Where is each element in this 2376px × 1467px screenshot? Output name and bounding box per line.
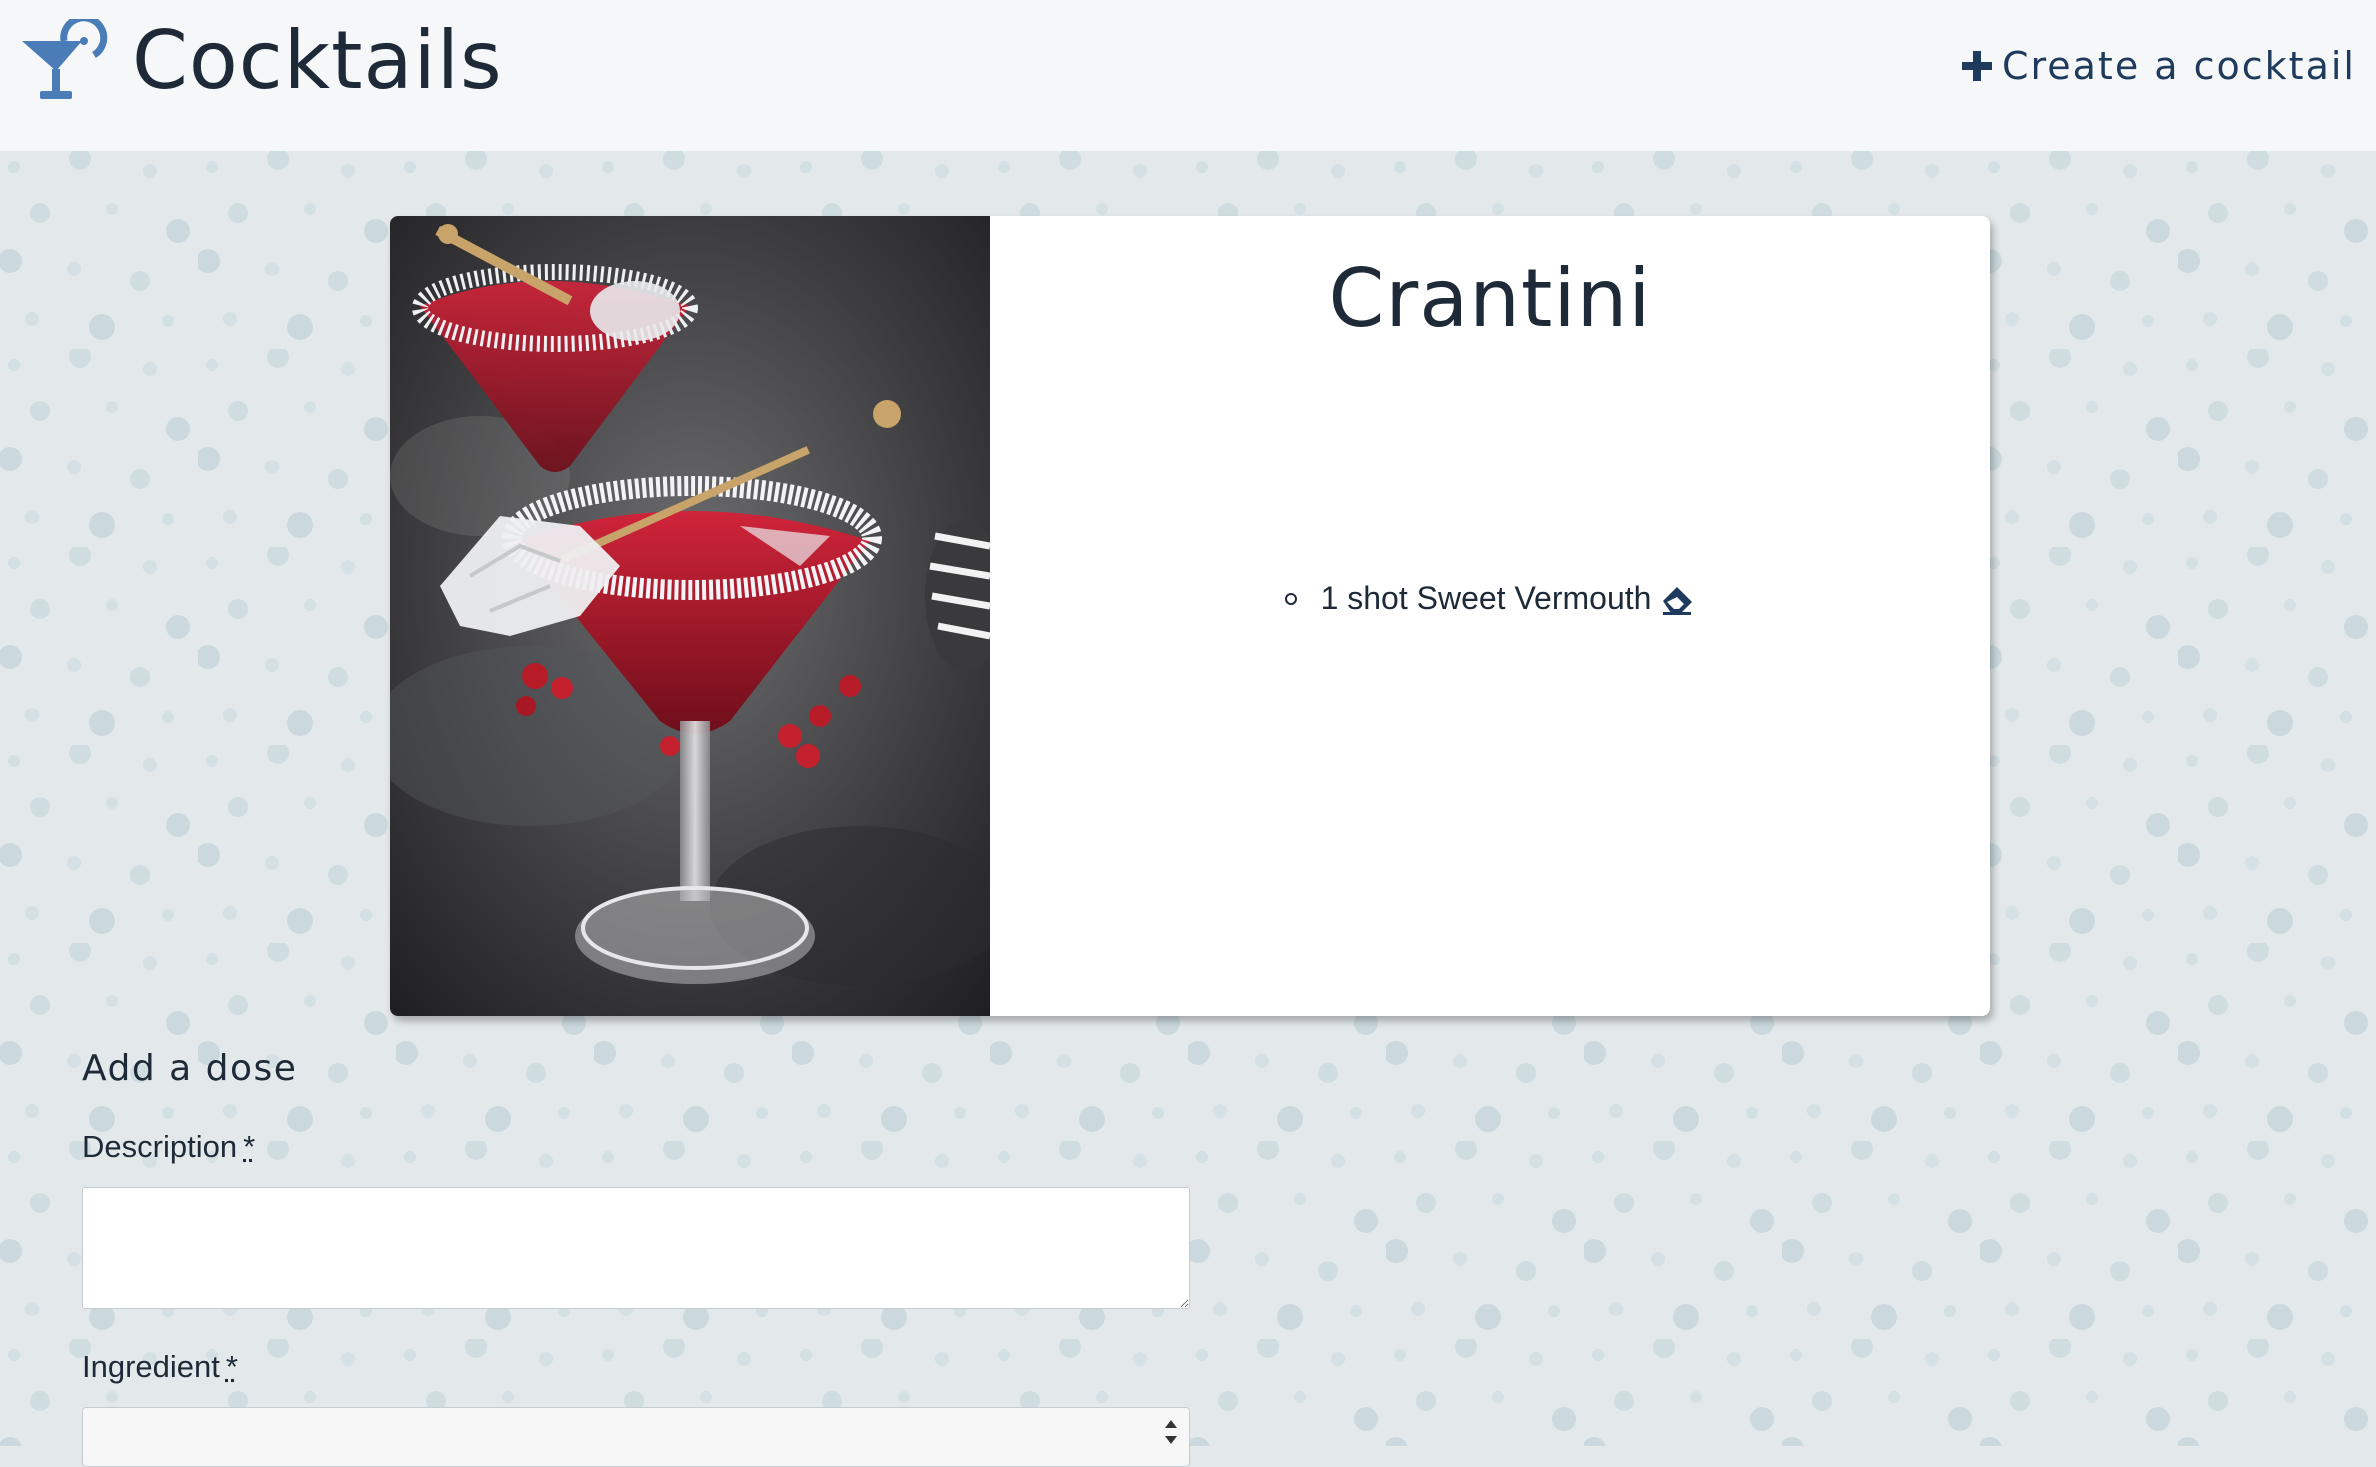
cocktail-details: Crantini 1 shot Sweet Vermouth [990, 216, 1990, 1016]
plus-icon [1960, 49, 1994, 83]
cocktail-title: Crantini [990, 252, 1990, 345]
brand-link[interactable]: Cocktails [20, 16, 503, 106]
ingredient-select[interactable] [82, 1407, 1190, 1467]
dose-list: 1 shot Sweet Vermouth [990, 580, 1990, 617]
cocktail-card: Crantini 1 shot Sweet Vermouth [390, 216, 1990, 1016]
ingredient-label-text: Ingredient [82, 1349, 220, 1384]
cocktail-glass-icon [20, 19, 112, 103]
required-marker: * [226, 1349, 238, 1384]
chevron-up-down-icon [1161, 1412, 1181, 1452]
required-marker: * [243, 1129, 255, 1164]
description-label-text: Description [82, 1129, 237, 1164]
form-heading: Add a dose [82, 1048, 1192, 1089]
bullet-icon [1285, 593, 1297, 605]
create-cocktail-label: Create a cocktail [2002, 44, 2356, 88]
create-cocktail-link[interactable]: Create a cocktail [1960, 44, 2356, 88]
dose-text: 1 shot Sweet Vermouth [1321, 580, 1652, 617]
ingredient-label: Ingredient * [82, 1349, 1192, 1385]
cocktail-photo [390, 216, 990, 1016]
app-title: Cocktails [132, 16, 503, 106]
eraser-icon[interactable] [1659, 583, 1695, 615]
list-item: 1 shot Sweet Vermouth [1285, 580, 1696, 617]
navbar: Cocktails Create a cocktail [0, 0, 2376, 151]
description-label: Description * [82, 1129, 1192, 1165]
add-dose-form: Add a dose Description * Ingredient * [82, 1048, 1192, 1467]
description-field[interactable] [82, 1187, 1190, 1309]
